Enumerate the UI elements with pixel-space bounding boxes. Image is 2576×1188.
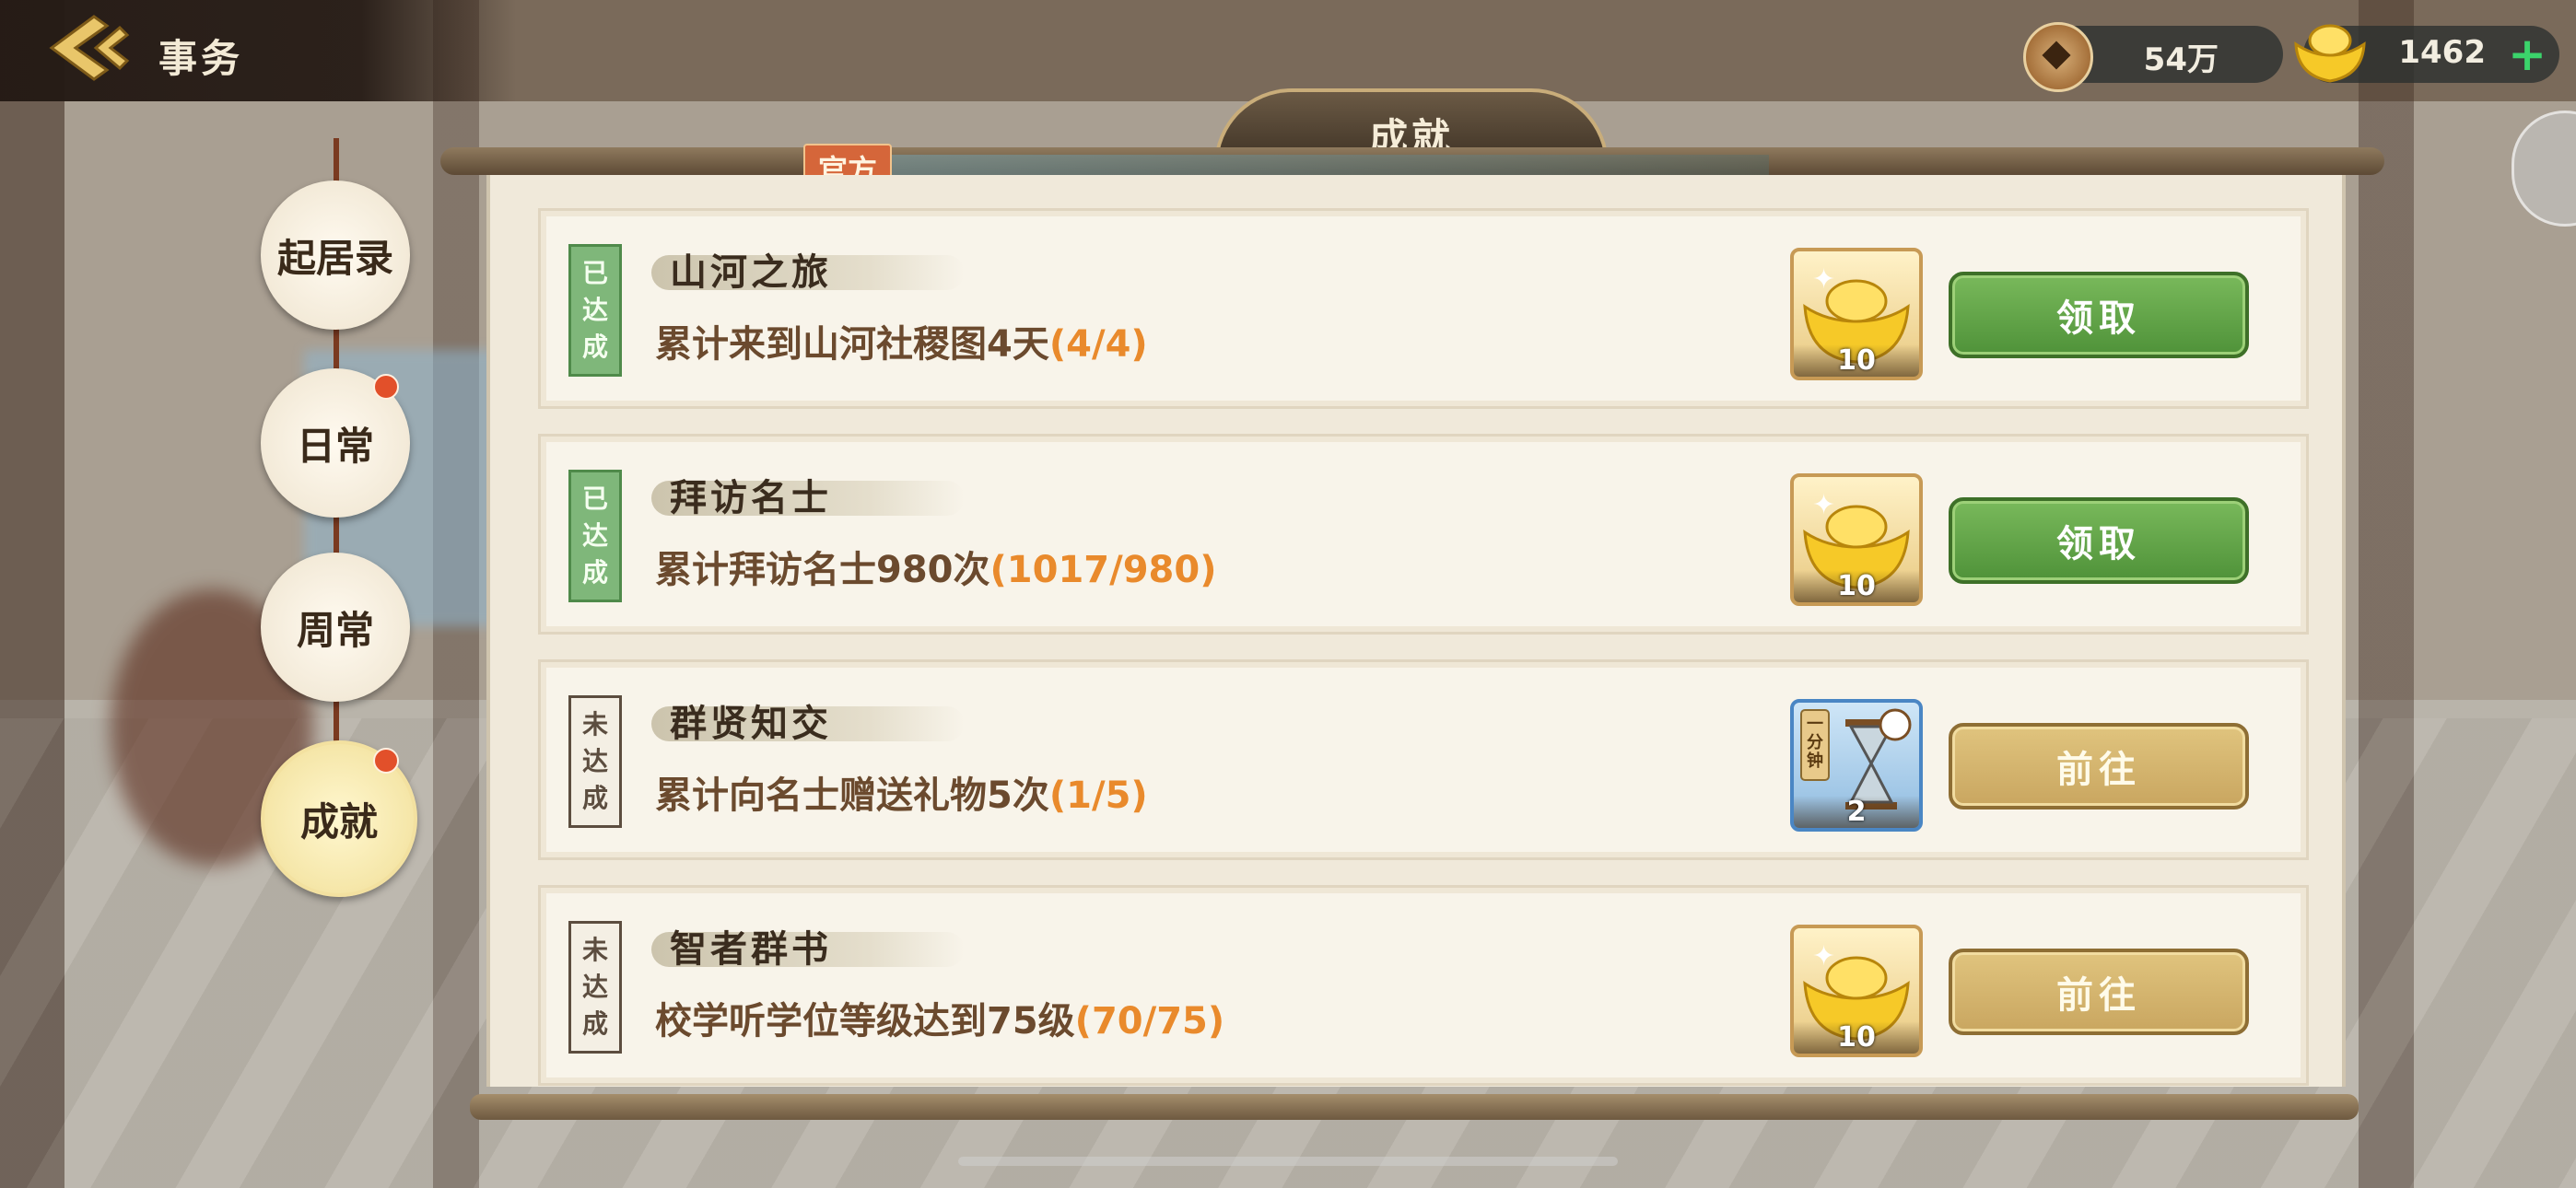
page-title: 事务	[158, 36, 244, 81]
achievement-title: 拜访名士	[670, 476, 832, 519]
nav-label: 成就	[299, 798, 378, 844]
status-badge-pending: 未 达 成	[568, 695, 622, 828]
badge-char: 成	[581, 783, 608, 813]
top-bar: 事务	[0, 0, 516, 101]
status-badge-pending: 未 达 成	[568, 921, 622, 1054]
badge-char: 已	[581, 483, 608, 514]
nav-label: 起居录	[276, 235, 393, 281]
nav-label: 日常	[296, 423, 374, 469]
home-indicator[interactable]	[958, 1157, 1618, 1166]
achievement-desc: 累计拜访名士980次(1017/980)	[655, 540, 1217, 593]
desc-text: 校学听学位等级达到75级	[655, 1000, 1075, 1042]
badge-char: 达	[581, 295, 608, 325]
nav-item-weekly[interactable]: 周常	[261, 553, 410, 702]
badge-char: 达	[581, 746, 608, 776]
go-button[interactable]: 前往	[1949, 949, 2249, 1035]
add-gold-button[interactable]: +	[2508, 31, 2547, 77]
status-badge-done: 已 达 成	[568, 470, 622, 602]
gold-ingot-icon	[2294, 24, 2366, 83]
reward-item[interactable]: ✦ 10	[1790, 248, 1923, 380]
gold-value: 1462	[2398, 34, 2486, 71]
reward-item[interactable]: ✦ 10	[1790, 925, 1923, 1057]
reward-qty: 2	[1794, 796, 1919, 828]
scroll-bottom-rod	[470, 1094, 2359, 1120]
badge-char: 成	[581, 1008, 608, 1039]
reward-qty: 10	[1794, 344, 1919, 377]
badge-char: 未	[581, 935, 608, 965]
badge-char: 成	[581, 557, 608, 588]
coins-value: 54万	[2143, 41, 2219, 78]
progress-text: (1/5)	[1048, 775, 1148, 817]
achievement-title: 山河之旅	[670, 250, 832, 294]
achievement-card: 已 达 成 山河之旅 累计来到山河社稷图4天(4/4) ✦ 10 领取	[538, 208, 2309, 409]
achievement-desc: 校学听学位等级达到75级(70/75)	[655, 991, 1224, 1044]
coins-counter: 54万	[2023, 22, 2283, 92]
nav-label: 周常	[296, 607, 374, 653]
achievement-desc: 累计向名士赠送礼物5次(1/5)	[655, 765, 1148, 819]
achievement-title: 智者群书	[670, 927, 832, 971]
reward-item[interactable]: 一分钟 2	[1790, 699, 1923, 832]
go-button[interactable]: 前往	[1949, 723, 2249, 809]
desc-text: 累计来到山河社稷图4天	[655, 323, 1049, 366]
badge-char: 已	[581, 258, 608, 288]
reward-item[interactable]: ✦ 10	[1790, 473, 1923, 606]
badge-char: 达	[581, 520, 608, 551]
achievement-card: 未 达 成 智者群书 校学听学位等级达到75级(70/75) ✦ 10 前往	[538, 885, 2309, 1086]
status-badge-done: 已 达 成	[568, 244, 622, 377]
achievement-desc: 累计来到山河社稷图4天(4/4)	[655, 314, 1148, 367]
claim-button[interactable]: 领取	[1949, 272, 2249, 358]
notification-dot	[373, 748, 399, 774]
chevron-left-icon	[49, 15, 130, 81]
progress-text: (70/75)	[1074, 1000, 1225, 1042]
reward-qty: 10	[1794, 1021, 1919, 1054]
badge-char: 达	[581, 972, 608, 1002]
copper-coin-icon	[2023, 22, 2093, 92]
progress-text: (4/4)	[1048, 323, 1148, 366]
reward-qty: 10	[1794, 570, 1919, 602]
desc-text: 累计拜访名士980次	[655, 549, 990, 591]
notification-dot	[373, 374, 399, 400]
progress-text: (1017/980)	[989, 549, 1217, 591]
reward-label: 一分钟	[1807, 715, 1823, 771]
badge-char: 未	[581, 709, 608, 740]
achievement-card: 未 达 成 群贤知交 累计向名士赠送礼物5次(1/5) 一分钟 2 前往	[538, 659, 2309, 860]
achievement-title: 群贤知交	[670, 702, 832, 745]
badge-char: 成	[581, 332, 608, 362]
desc-text: 累计向名士赠送礼物5次	[655, 775, 1049, 817]
nav-item-daily-record[interactable]: 起居录	[261, 181, 410, 330]
achievement-card: 已 达 成 拜访名士 累计拜访名士980次(1017/980) ✦ 10 领取	[538, 434, 2309, 635]
claim-button[interactable]: 领取	[1949, 497, 2249, 584]
back-button[interactable]	[28, 11, 138, 85]
gold-counter: 1462 +	[2294, 24, 2559, 83]
